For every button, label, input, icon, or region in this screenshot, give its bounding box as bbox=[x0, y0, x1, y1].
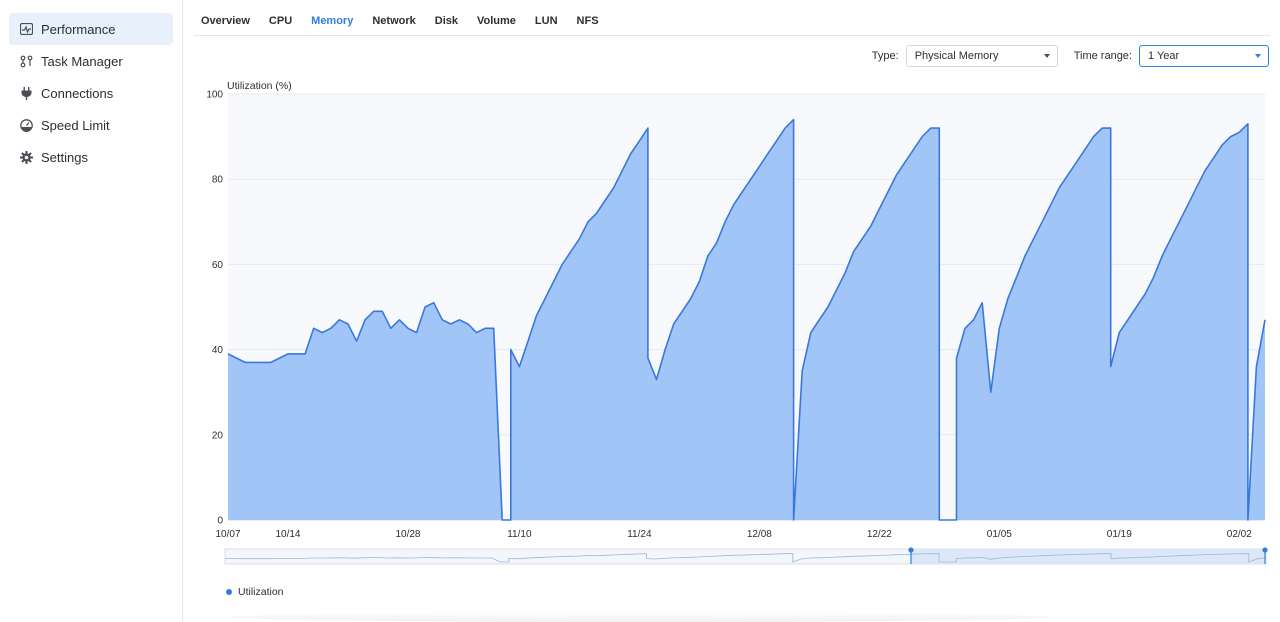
x-tick-label: 12/08 bbox=[747, 529, 772, 540]
x-tick-label: 01/05 bbox=[987, 529, 1012, 540]
app-window: Performance Task Manager Connections Spe… bbox=[0, 0, 1280, 622]
legend-marker bbox=[226, 589, 232, 595]
x-tick-label: 11/24 bbox=[627, 529, 652, 540]
x-tick-label: 02/02 bbox=[1227, 529, 1252, 540]
bottom-shadow bbox=[230, 612, 1050, 622]
y-tick-label: 40 bbox=[212, 345, 224, 356]
x-tick-label: 01/19 bbox=[1107, 529, 1132, 540]
memory-utilization-chart: 0 20 40 60 80 100 10/07 10/14 10/28 11/10 11/24 12… bbox=[206, 80, 1268, 565]
y-tick-label: 80 bbox=[212, 175, 224, 186]
y-tick-label: 20 bbox=[212, 430, 224, 441]
navigator-left-handle[interactable] bbox=[908, 547, 914, 553]
x-tick-label: 12/22 bbox=[867, 529, 892, 540]
y-tick-label: 60 bbox=[212, 260, 224, 271]
y-tick-label: 0 bbox=[217, 516, 223, 527]
x-tick-label: 11/10 bbox=[507, 529, 532, 540]
legend-label: Utilization bbox=[238, 586, 284, 598]
y-axis-label: Utilization (%) bbox=[227, 80, 292, 92]
navigator-right-handle[interactable] bbox=[1262, 547, 1268, 553]
y-tick-label: 100 bbox=[206, 90, 223, 101]
range-navigator[interactable] bbox=[224, 547, 1268, 565]
chart-legend[interactable]: Utilization bbox=[226, 586, 284, 598]
x-tick-label: 10/07 bbox=[215, 529, 240, 540]
x-tick-label: 10/28 bbox=[395, 529, 420, 540]
navigator-selection bbox=[911, 549, 1266, 564]
x-tick-label: 10/14 bbox=[275, 529, 300, 540]
